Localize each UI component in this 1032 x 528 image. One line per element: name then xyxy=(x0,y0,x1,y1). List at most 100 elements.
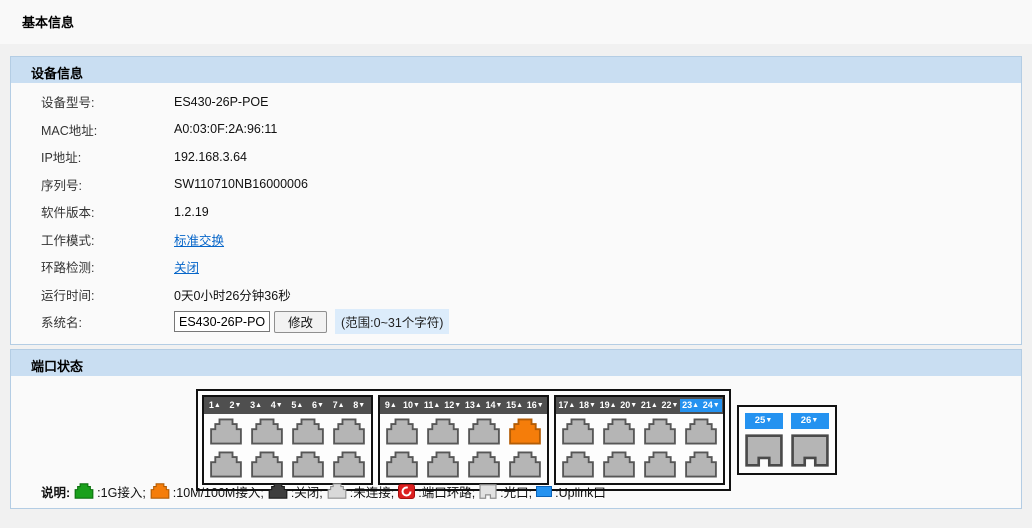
port-23-icon xyxy=(684,418,718,445)
info-row-value: 192.168.3.64 xyxy=(174,150,247,164)
port-status-header: 端口状态 xyxy=(11,350,1021,376)
port-grid xyxy=(204,414,371,483)
rj45-port-icon xyxy=(150,483,170,499)
port-11-icon xyxy=(426,418,460,445)
port-16-label: 16▼ xyxy=(525,399,546,412)
fiber-port-icon xyxy=(791,434,829,467)
port-2-label: 2▼ xyxy=(225,399,246,412)
legend-item-text: :关闭; xyxy=(291,482,323,501)
legend-item-text: :1G接入; xyxy=(97,482,146,501)
legend-item: :光口; xyxy=(479,482,532,501)
page-header: 基本信息 xyxy=(0,0,1032,44)
port-19-icon xyxy=(602,418,636,445)
port-group: 1▲2▼3▲4▼5▲6▼7▲8▼ xyxy=(202,395,373,485)
port-legend: 说明: :1G接入;:10M/100M接入;:关闭;:未连接;:端口环路;:光口… xyxy=(41,482,610,501)
uplink-icon xyxy=(536,486,552,497)
legend-item: :端口环路; xyxy=(398,482,475,501)
info-row-1: 设备型号:ES430-26P-POE xyxy=(11,88,1021,116)
modify-button[interactable]: 修改 xyxy=(274,311,327,333)
info-row-label: 运行时间: xyxy=(11,285,174,304)
port-21-label: 21▲ xyxy=(639,399,660,412)
port-20-label: 20▼ xyxy=(618,399,639,412)
rj45-port-icon xyxy=(602,418,636,445)
rj45-port-icon xyxy=(250,451,284,478)
rj45-port-icon xyxy=(426,451,460,478)
rj45-port-icon xyxy=(385,418,419,445)
info-value-link[interactable]: 关闭 xyxy=(174,261,199,275)
port-4-icon xyxy=(250,451,284,478)
port-24-icon xyxy=(684,451,718,478)
rj45-port-icon xyxy=(291,418,325,445)
port-5-label: 5▲ xyxy=(287,399,308,412)
port-group-header: 9▲10▼11▲12▼13▲14▼15▲16▼ xyxy=(380,397,547,414)
info-row-value: 1.2.19 xyxy=(174,205,209,219)
rj45-port-icon xyxy=(250,418,284,445)
port-20-icon xyxy=(602,451,636,478)
port-10-label: 10▼ xyxy=(401,399,422,412)
info-row-label: MAC地址: xyxy=(11,120,174,139)
info-row-value: 标准交换 xyxy=(174,230,224,249)
port-2-icon xyxy=(209,451,243,478)
port-4-label: 4▼ xyxy=(266,399,287,412)
rj45-port-icon xyxy=(508,418,542,445)
system-name-row: 系统名: 修改 (范围:0~31个字符) xyxy=(11,308,1021,336)
port-group: 17▲18▼19▲20▼21▲22▼23▲24▼ xyxy=(554,395,725,485)
rj45-port-icon xyxy=(684,418,718,445)
port-3-icon xyxy=(250,418,284,445)
info-row-4: 序列号:SW110710NB16000006 xyxy=(11,171,1021,199)
rj45-port-icon xyxy=(291,451,325,478)
port-7-icon xyxy=(332,418,366,445)
port-panel-graphic: 1▲2▼3▲4▼5▲6▼7▲8▼9▲10▼11▲12▼13▲14▼15▲16▼1… xyxy=(11,389,1021,491)
info-value-link[interactable]: 标准交换 xyxy=(174,234,224,248)
port-16-icon xyxy=(508,451,542,478)
legend-item-text: :Uplink口 xyxy=(555,482,606,501)
rj45-port-icon xyxy=(327,483,347,499)
legend-item-text: :未连接; xyxy=(350,482,394,501)
port-group-header: 17▲18▼19▲20▼21▲22▼23▲24▼ xyxy=(556,397,723,414)
port-17-icon xyxy=(561,418,595,445)
port-groups-box: 1▲2▼3▲4▼5▲6▼7▲8▼9▲10▼11▲12▼13▲14▼15▲16▼1… xyxy=(196,389,731,491)
system-name-input[interactable] xyxy=(174,311,270,332)
port-6-label: 6▼ xyxy=(308,399,329,412)
port-14-icon xyxy=(467,451,501,478)
info-row-label: 设备型号: xyxy=(11,92,174,111)
port-18-label: 18▼ xyxy=(577,399,598,412)
rj45-port-icon xyxy=(209,418,243,445)
port-25-icon xyxy=(745,434,783,467)
legend-item: :未连接; xyxy=(327,482,394,501)
port-26-label: 26▼ xyxy=(791,413,829,429)
rj45-port-icon xyxy=(561,418,595,445)
port-21-icon xyxy=(643,418,677,445)
rj45-port-icon xyxy=(426,418,460,445)
legend-item: :1G接入; xyxy=(74,482,146,501)
port-9-icon xyxy=(385,418,419,445)
port-17-label: 17▲ xyxy=(557,399,578,412)
port-1-label: 1▲ xyxy=(205,399,226,412)
port-15-label: 15▲ xyxy=(504,399,525,412)
rj45-port-icon xyxy=(467,418,501,445)
rj45-port-icon xyxy=(643,451,677,478)
info-row-value: ES430-26P-POE xyxy=(174,95,269,109)
port-12-label: 12▼ xyxy=(442,399,463,412)
port-13-label: 13▲ xyxy=(463,399,484,412)
rj45-port-icon xyxy=(268,483,288,499)
fiber-port-icon xyxy=(479,484,497,499)
port-8-icon xyxy=(332,451,366,478)
info-row-8: 运行时间:0天0小时26分钟36秒 xyxy=(11,281,1021,309)
port-14-label: 14▼ xyxy=(484,399,505,412)
legend-label: 说明: xyxy=(41,482,70,501)
legend-item-text: :端口环路; xyxy=(418,482,475,501)
info-row-label: 工作模式: xyxy=(11,230,174,249)
port-12-icon xyxy=(426,451,460,478)
info-row-value: 0天0小时26分钟36秒 xyxy=(174,285,291,304)
rj45-port-icon xyxy=(643,418,677,445)
rj45-port-icon xyxy=(561,451,595,478)
info-row-value: A0:03:0F:2A:96:11 xyxy=(174,122,277,136)
port-5-icon xyxy=(291,418,325,445)
info-row-label: 序列号: xyxy=(11,175,174,194)
info-row-label: 软件版本: xyxy=(11,202,174,221)
port-group-header: 1▲2▼3▲4▼5▲6▼7▲8▼ xyxy=(204,397,371,414)
info-row-label: 环路检测: xyxy=(11,257,174,276)
info-row-2: MAC地址:A0:03:0F:2A:96:11 xyxy=(11,116,1021,144)
port-grid xyxy=(556,414,723,483)
